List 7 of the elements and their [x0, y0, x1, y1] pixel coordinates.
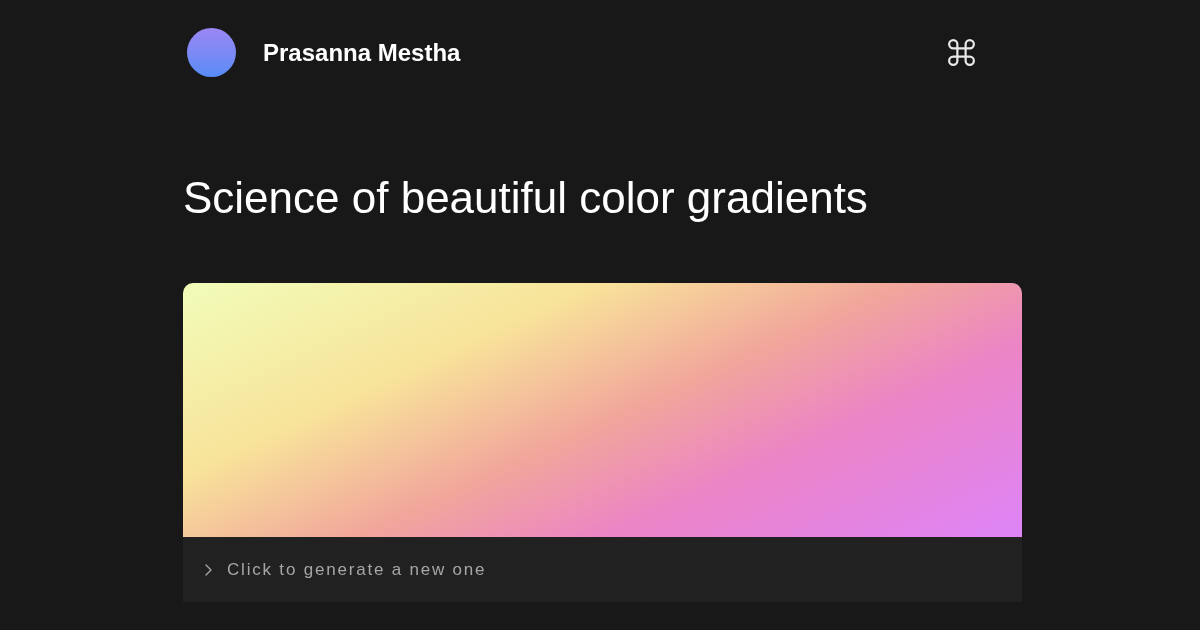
command-icon[interactable]	[945, 36, 978, 69]
avatar	[187, 28, 236, 77]
chevron-icon	[205, 563, 212, 576]
page-title: Science of beautiful color gradients	[183, 172, 869, 224]
generate-prompt: Click to generate a new one	[227, 558, 487, 581]
author-name: Prasanna Mestha	[263, 37, 461, 68]
generate-bar[interactable]: Click to generate a new one	[183, 537, 1022, 602]
